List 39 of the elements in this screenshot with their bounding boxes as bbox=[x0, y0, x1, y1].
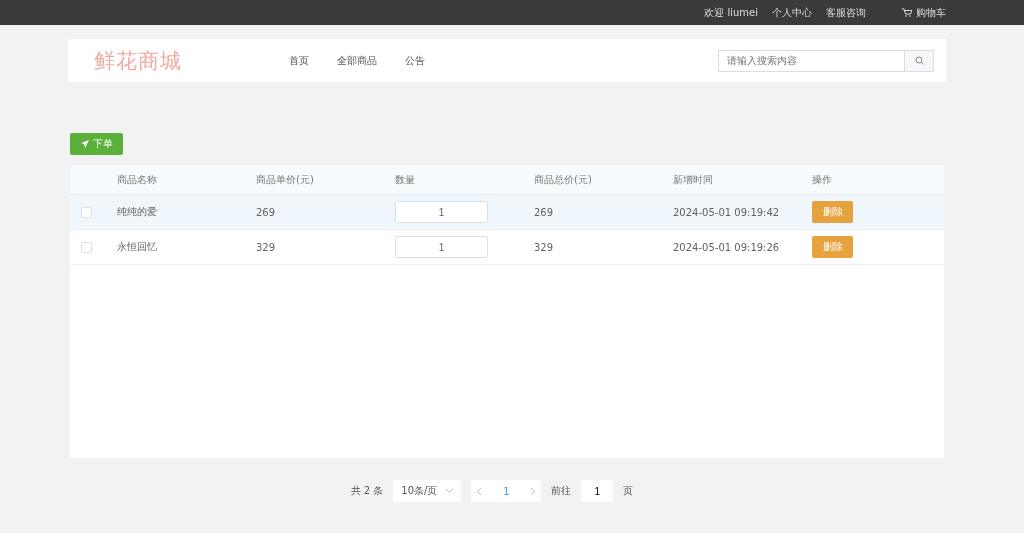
quantity-field[interactable]: 1 bbox=[395, 236, 488, 258]
chevron-down-icon bbox=[446, 489, 454, 493]
column-header: 新增时间 bbox=[673, 172, 714, 187]
send-icon bbox=[80, 140, 89, 148]
goto-label: 前往 bbox=[551, 484, 572, 498]
search-icon bbox=[914, 56, 924, 65]
table-cell-text: 329 bbox=[534, 241, 555, 253]
table-cell-text: 纯纯的爱 bbox=[117, 205, 158, 219]
chevron-right-icon[interactable] bbox=[531, 487, 536, 495]
nav-link[interactable]: 首页 bbox=[289, 53, 309, 68]
quantity-field[interactable]: 1 bbox=[395, 201, 488, 223]
column-header: 商品单价(元) bbox=[256, 172, 315, 187]
total-count: 共 2 条 bbox=[350, 484, 384, 498]
column-header: 操作 bbox=[812, 172, 833, 187]
nav-link[interactable]: 公告 bbox=[405, 53, 425, 68]
cart-icon bbox=[902, 8, 912, 17]
column-header: 商品总价(元) bbox=[534, 172, 593, 187]
row-checkbox[interactable] bbox=[81, 241, 92, 253]
search-button[interactable] bbox=[904, 49, 934, 72]
table-cell-text: 329 bbox=[256, 241, 277, 253]
table-cell-text: 269 bbox=[256, 206, 277, 218]
column-header: 数量 bbox=[395, 172, 416, 187]
table-cell-text: 2024-05-01 09:19:42 bbox=[673, 206, 781, 218]
table-cell-text: 永恒回忆 bbox=[117, 240, 158, 254]
row-checkbox[interactable] bbox=[81, 206, 92, 218]
table-cell-text: 269 bbox=[534, 206, 555, 218]
column-header: 商品名称 bbox=[117, 172, 158, 187]
chevron-left-icon[interactable] bbox=[477, 487, 482, 495]
table-cell-text: 2024-05-01 09:19:26 bbox=[673, 241, 781, 253]
search-field[interactable]: 请输入搜索内容 bbox=[718, 49, 904, 72]
nav-link[interactable]: 全部商品 bbox=[337, 53, 377, 68]
welcome-text: 欢迎 liumei bbox=[704, 5, 758, 20]
page-input[interactable]: 1 bbox=[581, 480, 614, 502]
page-suffix: 页 bbox=[623, 484, 634, 498]
top-link[interactable]: 客服咨询 bbox=[826, 5, 866, 20]
cart-link[interactable]: 购物车 bbox=[902, 5, 946, 20]
top-link[interactable]: 个人中心 bbox=[772, 5, 812, 20]
page-size-select[interactable]: 10条/页 bbox=[393, 480, 462, 502]
logo: 鲜花商城 bbox=[94, 47, 183, 75]
